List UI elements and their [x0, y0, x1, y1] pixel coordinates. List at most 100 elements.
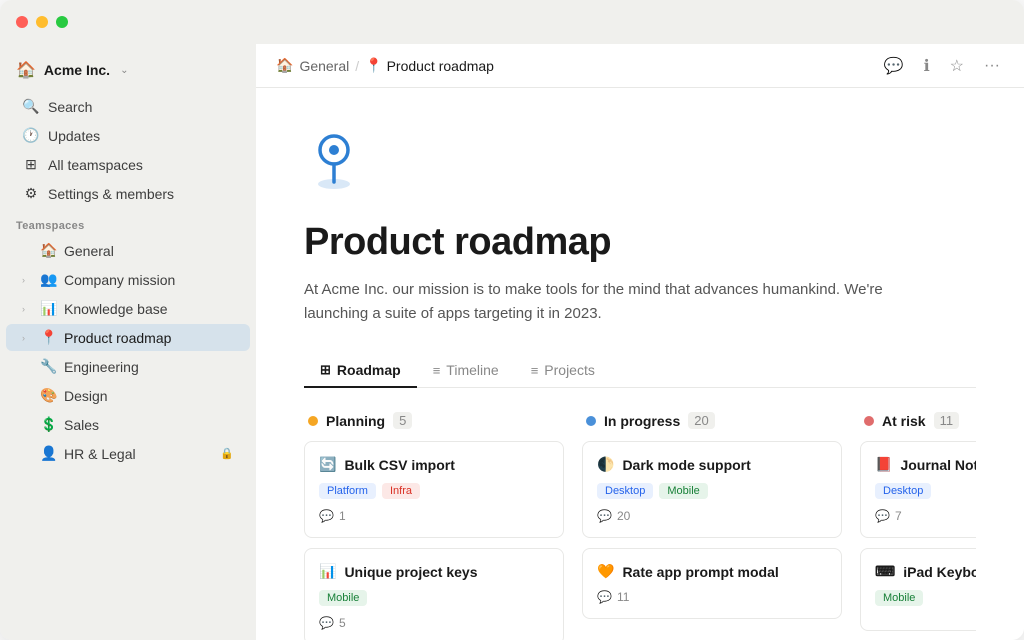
breadcrumb-parent[interactable]: General	[299, 58, 349, 74]
grid-icon: ⊞	[22, 156, 40, 173]
tag-platform[interactable]: Platform	[319, 483, 376, 499]
tab-projects-label: Projects	[544, 362, 595, 378]
comment-icon: 💬	[319, 509, 334, 523]
breadcrumb-page-icon: 📍	[365, 57, 382, 74]
breadcrumb-separator: /	[355, 58, 359, 74]
engineering-label: Engineering	[64, 359, 234, 375]
sidebar-item-teamspaces-label: All teamspaces	[48, 157, 143, 173]
tab-timeline-label: Timeline	[446, 362, 498, 378]
rate-app-label: Rate app prompt modal	[622, 564, 778, 580]
tab-roadmap-label: Roadmap	[337, 362, 401, 378]
inprogress-count: 20	[688, 412, 714, 429]
unique-keys-tags: Mobile	[319, 590, 549, 606]
journal-comment-count: 7	[895, 509, 902, 523]
card-journal-notebook[interactable]: 📕 Journal Noteb… Desktop 💬 7	[860, 441, 976, 538]
inprogress-dot	[586, 416, 596, 426]
sidebar-item-engineering[interactable]: 🔧 Engineering	[6, 353, 250, 380]
card-unique-project-keys[interactable]: 📊 Unique project keys Mobile 💬 5	[304, 548, 564, 640]
general-icon: 🏠	[40, 242, 58, 259]
teamspaces-section-label: Teamspaces	[0, 208, 256, 236]
bulk-csv-tags: Platform Infra	[319, 483, 549, 499]
unique-keys-comment-count: 5	[339, 616, 346, 630]
gear-icon: ⚙	[22, 185, 40, 202]
comment-icon: 💬	[597, 509, 612, 523]
card-ipad-keyboard[interactable]: ⌨ iPad Keyboard… Mobile	[860, 548, 976, 631]
sidebar-item-general[interactable]: 🏠 General	[6, 237, 250, 264]
column-at-risk: At risk 11 📕 Journal Noteb… Desktop	[860, 412, 976, 640]
engineering-icon: 🔧	[40, 358, 58, 375]
card-dark-mode[interactable]: 🌓 Dark mode support Desktop Mobile 💬 20	[582, 441, 842, 538]
sidebar-item-company-mission[interactable]: › 👥 Company mission	[6, 266, 250, 293]
kanban-board: Planning 5 🔄 Bulk CSV import Platform In…	[304, 412, 976, 640]
journal-label: Journal Noteb…	[900, 457, 976, 473]
card-ipad-title: ⌨ iPad Keyboard…	[875, 563, 976, 580]
workspace-icon: 🏠	[16, 60, 36, 80]
star-button[interactable]: ☆	[946, 52, 968, 80]
dark-mode-tags: Desktop Mobile	[597, 483, 827, 499]
planning-count: 5	[393, 412, 412, 429]
rate-app-footer: 💬 11	[597, 590, 827, 604]
bulk-csv-label: Bulk CSV import	[344, 457, 454, 473]
design-label: Design	[64, 388, 234, 404]
traffic-light-yellow[interactable]	[36, 16, 48, 28]
sidebar-item-search-label: Search	[48, 99, 92, 115]
unique-keys-label: Unique project keys	[344, 564, 477, 580]
clock-icon: 🕐	[22, 127, 40, 144]
more-button[interactable]: ···	[980, 53, 1004, 79]
sidebar-item-updates-label: Updates	[48, 128, 100, 144]
tab-roadmap[interactable]: ⊞ Roadmap	[304, 354, 417, 388]
view-tabs: ⊞ Roadmap ≡ Timeline ≡ Projects	[304, 354, 976, 388]
dark-mode-icon: 🌓	[597, 456, 614, 473]
tag-mobile[interactable]: Mobile	[659, 483, 707, 499]
breadcrumb-current: 📍 Product roadmap	[365, 57, 494, 74]
sidebar-item-updates[interactable]: 🕐 Updates	[6, 122, 250, 149]
dark-mode-footer: 💬 20	[597, 509, 827, 523]
column-header-planning: Planning 5	[304, 412, 564, 441]
product-roadmap-label: Product roadmap	[64, 330, 234, 346]
traffic-light-red[interactable]	[16, 16, 28, 28]
sidebar-item-product-roadmap[interactable]: › 📍 Product roadmap	[6, 324, 250, 351]
unique-keys-footer: 💬 5	[319, 616, 549, 630]
sidebar-item-hr-legal[interactable]: 👤 HR & Legal 🔒	[6, 440, 250, 467]
column-header-at-risk: At risk 11	[860, 412, 976, 441]
sidebar-item-search[interactable]: 🔍 Search	[6, 93, 250, 120]
card-bulk-csv[interactable]: 🔄 Bulk CSV import Platform Infra 💬 1	[304, 441, 564, 538]
sidebar-item-design[interactable]: 🎨 Design	[6, 382, 250, 409]
journal-footer: 💬 7	[875, 509, 976, 523]
timeline-tab-icon: ≡	[433, 363, 441, 378]
workspace-switcher[interactable]: 🏠 Acme Inc. ⌄	[0, 52, 256, 92]
hr-legal-label: HR & Legal	[64, 446, 214, 462]
traffic-light-green[interactable]	[56, 16, 68, 28]
product-roadmap-icon: 📍	[40, 329, 58, 346]
sales-label: Sales	[64, 417, 234, 433]
sidebar-item-all-teamspaces[interactable]: ⊞ All teamspaces	[6, 151, 250, 178]
chevron-icon: ›	[22, 275, 34, 285]
tag-desktop[interactable]: Desktop	[597, 483, 653, 499]
sidebar-item-knowledge-base[interactable]: › 📊 Knowledge base	[6, 295, 250, 322]
tag-mobile[interactable]: Mobile	[319, 590, 367, 606]
tab-timeline[interactable]: ≡ Timeline	[417, 354, 515, 388]
ipad-tags: Mobile	[875, 590, 976, 606]
card-journal-title: 📕 Journal Noteb…	[875, 456, 976, 473]
company-mission-label: Company mission	[64, 272, 234, 288]
atrisk-count: 11	[934, 412, 960, 429]
sidebar-item-settings[interactable]: ⚙ Settings & members	[6, 180, 250, 207]
info-button[interactable]: ℹ	[920, 52, 934, 80]
knowledge-base-label: Knowledge base	[64, 301, 234, 317]
planning-title: Planning	[326, 413, 385, 429]
breadcrumb: 🏠 General / 📍 Product roadmap	[276, 57, 874, 74]
card-rate-app-prompt[interactable]: 🧡 Rate app prompt modal 💬 11	[582, 548, 842, 619]
sidebar-item-sales[interactable]: 💲 Sales	[6, 411, 250, 438]
tag-desktop[interactable]: Desktop	[875, 483, 931, 499]
tag-infra[interactable]: Infra	[382, 483, 420, 499]
comment-button[interactable]: 💬	[880, 52, 908, 80]
column-in-progress: In progress 20 🌓 Dark mode support Deskt…	[582, 412, 842, 640]
card-unique-keys-title: 📊 Unique project keys	[319, 563, 549, 580]
dark-mode-comment-count: 20	[617, 509, 630, 523]
page-title: Product roadmap	[304, 221, 976, 264]
tag-mobile[interactable]: Mobile	[875, 590, 923, 606]
tab-projects[interactable]: ≡ Projects	[515, 354, 611, 388]
journal-tags: Desktop	[875, 483, 976, 499]
company-mission-icon: 👥	[40, 271, 58, 288]
chevron-icon: ›	[22, 304, 34, 314]
